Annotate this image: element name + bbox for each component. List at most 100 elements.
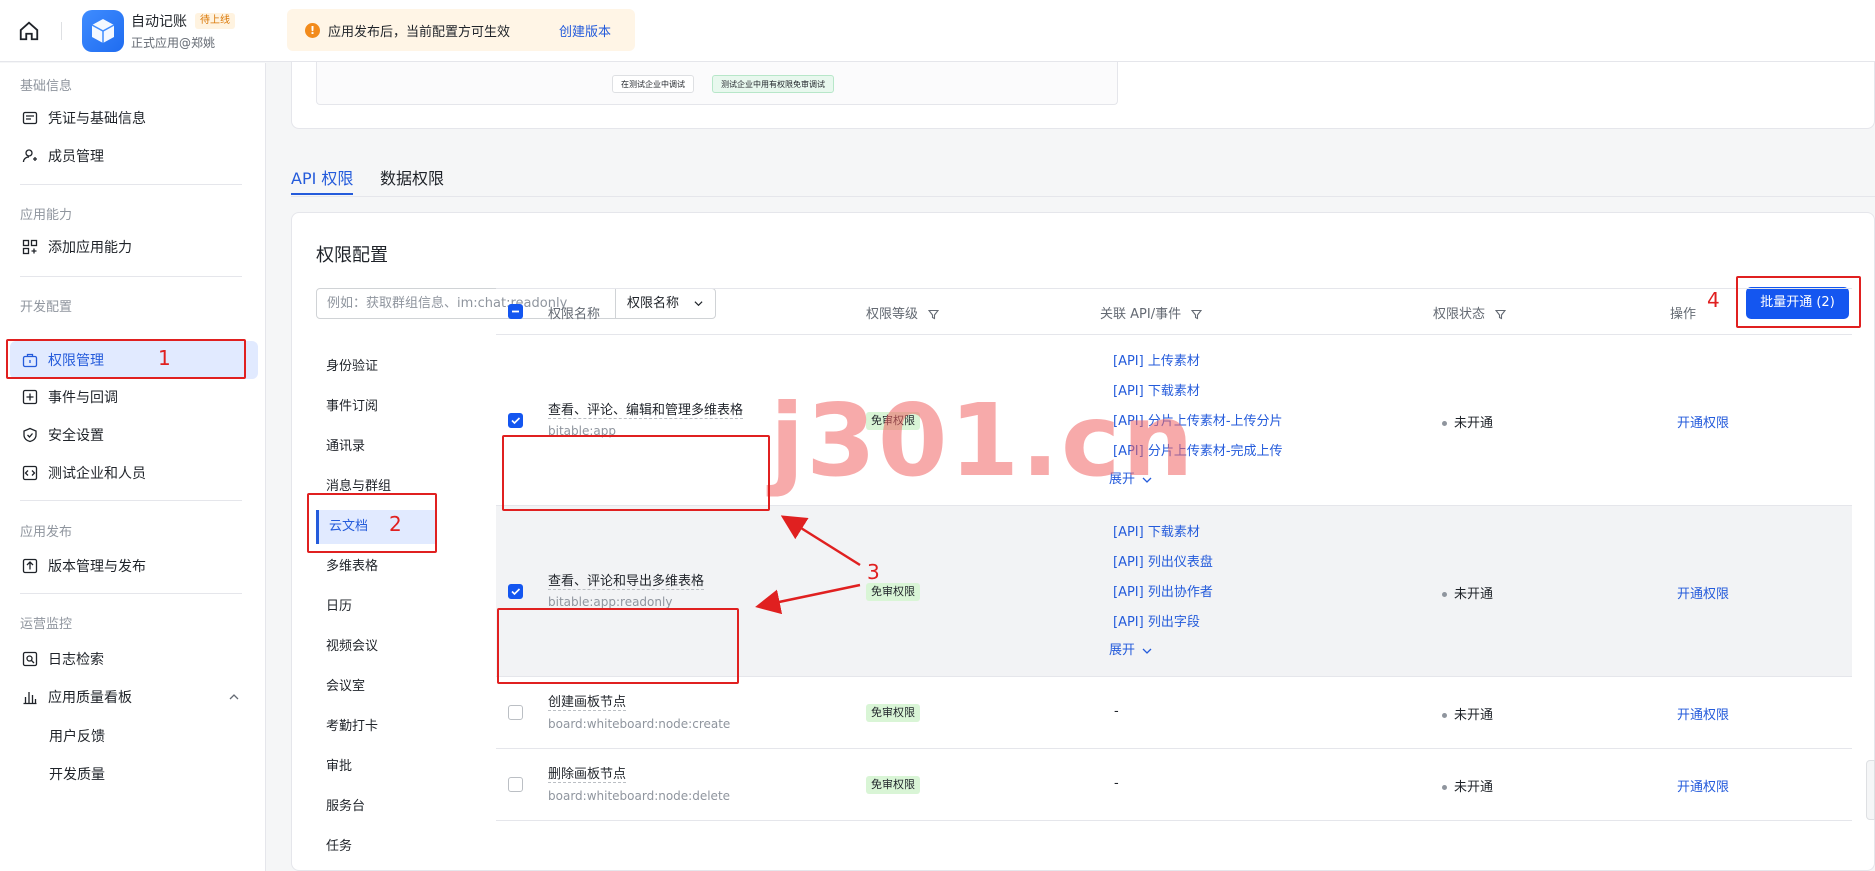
category-item[interactable]: 任务 xyxy=(316,830,436,864)
category-item[interactable]: 视频会议 xyxy=(316,630,436,664)
category-item[interactable]: 身份验证 xyxy=(316,350,436,384)
sidebar-item-label: 安全设置 xyxy=(48,428,104,444)
log-search-icon xyxy=(22,651,38,667)
sidebar-item-label: 成员管理 xyxy=(48,149,104,165)
expand-toggle[interactable]: 展开 xyxy=(1109,639,1152,658)
category-item[interactable]: 审批 xyxy=(316,750,436,784)
filter-icon[interactable] xyxy=(928,309,940,320)
sidebar-item-dev-quality[interactable]: 开发质量 xyxy=(49,764,105,784)
permission-name: 删除画板节点 xyxy=(548,763,627,783)
table-row: 删除画板节点 board:whiteboard:node:delete 免审权限… xyxy=(496,749,1852,821)
annotation-box-1 xyxy=(6,339,246,379)
filter-icon[interactable] xyxy=(1191,309,1203,320)
permission-status: 未开通 xyxy=(1442,704,1493,723)
api-empty: - xyxy=(1114,704,1119,719)
enable-permission-link[interactable]: 开通权限 xyxy=(1677,583,1729,602)
debug-card: 在测试企业中调试 测试企业中用有权限免审调试 xyxy=(291,62,1875,129)
filter-icon[interactable] xyxy=(1495,309,1507,320)
api-link[interactable]: [API] 下载素材 xyxy=(1113,521,1200,540)
sidebar-item-test-corp[interactable]: 测试企业和人员 xyxy=(10,454,258,492)
tab-active-indicator xyxy=(291,193,353,195)
code-icon xyxy=(22,465,38,481)
api-link[interactable]: [API] 上传素材 xyxy=(1113,350,1200,369)
category-item[interactable]: 考勤打卡 xyxy=(316,710,436,744)
sidebar-group-dev: 开发配置 xyxy=(20,300,73,315)
permission-status: 未开通 xyxy=(1442,776,1493,795)
status-text: 未开通 xyxy=(1454,708,1494,723)
column-header-api: 关联 API/事件 xyxy=(1100,303,1203,322)
sidebar: 基础信息 凭证与基础信息 成员管理 应用能力 添加应用能力 开发配置 权限管理 … xyxy=(0,63,266,871)
category-item[interactable]: 事件订阅 xyxy=(316,390,436,424)
chevron-up-icon[interactable] xyxy=(229,692,239,702)
permission-status: 未开通 xyxy=(1442,412,1493,431)
permission-key: bitable:app:readonly xyxy=(548,595,673,609)
level-tag: 免审权限 xyxy=(866,583,920,601)
annotation-number-1: 1 xyxy=(158,346,171,370)
enable-permission-link[interactable]: 开通权限 xyxy=(1677,704,1729,723)
status-text: 未开通 xyxy=(1454,416,1494,431)
scrollbar-handle[interactable] xyxy=(1866,760,1875,820)
enable-permission-link[interactable]: 开通权限 xyxy=(1677,412,1729,431)
watermark: j301.cn xyxy=(770,382,1196,499)
home-icon[interactable] xyxy=(18,20,40,42)
category-item[interactable]: 会议室 xyxy=(316,670,436,704)
upload-icon xyxy=(22,558,38,574)
annotation-box-2 xyxy=(307,493,437,553)
category-item[interactable]: 服务台 xyxy=(316,790,436,824)
sidebar-item-members[interactable]: 成员管理 xyxy=(10,137,258,175)
sidebar-group-basic: 基础信息 xyxy=(20,79,73,94)
annotation-number-4: 4 xyxy=(1707,288,1720,312)
api-link[interactable]: [API] 列出字段 xyxy=(1113,611,1200,630)
row-checkbox[interactable] xyxy=(508,413,523,428)
api-empty: - xyxy=(1114,776,1119,791)
sidebar-item-label: 测试企业和人员 xyxy=(48,466,146,482)
sidebar-item-label: 应用质量看板 xyxy=(48,690,132,706)
row-checkbox[interactable] xyxy=(508,777,523,792)
sidebar-item-credentials[interactable]: 凭证与基础信息 xyxy=(10,99,258,137)
select-all-checkbox[interactable] xyxy=(508,304,523,319)
category-item[interactable]: 多维表格 xyxy=(316,550,436,584)
sidebar-item-security[interactable]: 安全设置 xyxy=(10,416,258,454)
bar-chart-icon xyxy=(23,692,37,705)
tab-data-permissions[interactable]: 数据权限 xyxy=(380,165,444,189)
status-dot xyxy=(1442,421,1447,426)
sidebar-divider xyxy=(20,593,242,594)
sidebar-item-feedback[interactable]: 用户反馈 xyxy=(49,726,105,746)
enable-permission-link[interactable]: 开通权限 xyxy=(1677,776,1729,795)
category-item[interactable]: 通讯录 xyxy=(316,430,436,464)
tab-api-permissions[interactable]: API 权限 xyxy=(291,165,353,189)
user-add-icon xyxy=(22,149,37,163)
app-status-badge: 待上线 xyxy=(195,13,235,29)
sidebar-item-versions[interactable]: 版本管理与发布 xyxy=(10,547,258,585)
sidebar-item-quality[interactable]: 应用质量看板 xyxy=(10,678,258,716)
debug-preview: 在测试企业中调试 测试企业中用有权限免审调试 xyxy=(316,62,1118,105)
annotation-box-4 xyxy=(1736,276,1861,328)
status-dot xyxy=(1442,785,1447,790)
permission-config-card: 权限配置 权限名称 批量开通 (2) 身份验证 事件订阅 通讯录 消息与群组 云… xyxy=(291,212,1875,871)
annotation-box-3a xyxy=(502,435,770,511)
app-logo xyxy=(82,10,124,52)
sidebar-divider xyxy=(20,276,242,277)
sidebar-item-add-ability[interactable]: 添加应用能力 xyxy=(10,228,258,266)
shield-icon xyxy=(23,427,37,443)
debug-in-test-corp-button[interactable]: 在测试企业中调试 xyxy=(612,75,694,93)
create-version-link[interactable]: 创建版本 xyxy=(559,21,611,40)
row-checkbox[interactable] xyxy=(508,584,523,599)
free-debug-button[interactable]: 测试企业中用有权限免审调试 xyxy=(712,75,834,93)
table-row: 创建画板节点 board:whiteboard:node:create 免审权限… xyxy=(496,677,1852,749)
row-checkbox[interactable] xyxy=(508,705,523,720)
permission-name: 查看、评论和导出多维表格 xyxy=(548,570,705,590)
status-text: 未开通 xyxy=(1454,587,1494,602)
chevron-down-icon xyxy=(1142,648,1152,654)
column-header-level: 权限等级 xyxy=(866,303,940,322)
annotation-number-3: 3 xyxy=(867,560,880,584)
column-header-name: 权限名称 xyxy=(548,307,601,322)
api-link[interactable]: [API] 列出仪表盘 xyxy=(1113,551,1213,570)
sidebar-item-logs[interactable]: 日志检索 xyxy=(10,640,258,678)
category-item[interactable]: 日历 xyxy=(316,590,436,624)
sidebar-group-publish: 应用发布 xyxy=(20,525,73,540)
sidebar-item-label: 添加应用能力 xyxy=(48,240,132,256)
event-icon xyxy=(22,389,38,405)
sidebar-item-events[interactable]: 事件与回调 xyxy=(10,378,258,416)
api-link[interactable]: [API] 列出协作者 xyxy=(1113,581,1213,600)
